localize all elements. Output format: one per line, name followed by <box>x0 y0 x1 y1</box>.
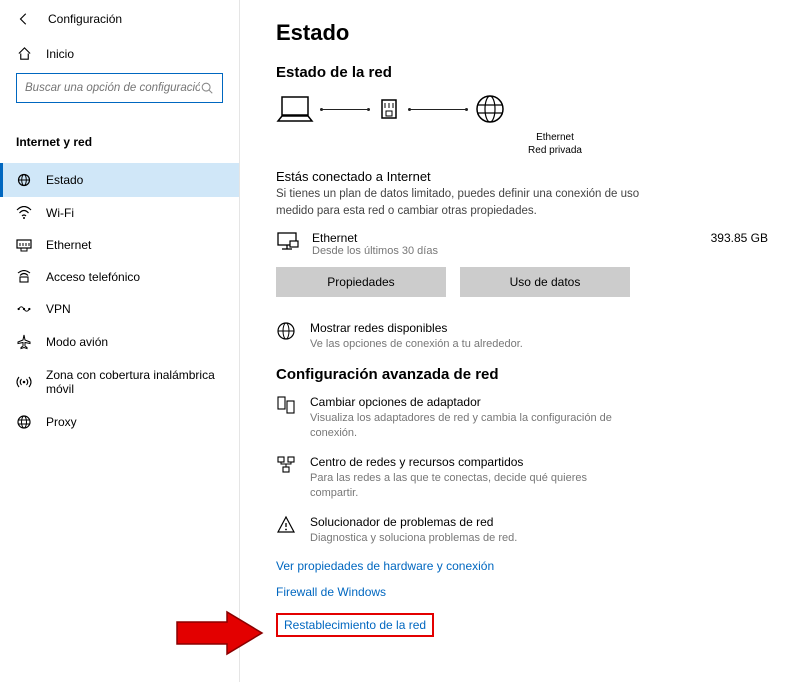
search-box[interactable] <box>16 73 223 103</box>
status-icon <box>16 172 32 188</box>
highlight-annotation: Restablecimiento de la red <box>276 613 434 637</box>
troubleshooter-title: Solucionador de problemas de red <box>310 515 517 529</box>
proxy-icon <box>16 414 32 430</box>
sidebar-item-label: Ethernet <box>46 238 91 252</box>
laptop-icon <box>276 94 314 124</box>
router-icon <box>376 94 402 124</box>
adapter-title: Cambiar opciones de adaptador <box>310 395 630 409</box>
hotspot-icon <box>16 375 32 389</box>
search-input[interactable] <box>25 82 200 94</box>
vpn-icon <box>16 303 32 315</box>
network-status-heading: Estado de la red <box>276 64 768 81</box>
home-button[interactable]: Inicio <box>16 40 223 73</box>
connected-title: Estás conectado a Internet <box>276 169 768 184</box>
home-label: Inicio <box>46 47 74 61</box>
troubleshooter-desc: Diagnostica y soluciona problemas de red… <box>310 531 517 546</box>
config-label: Configuración <box>48 12 122 26</box>
connection-scope: Red privada <box>342 144 768 157</box>
diagram-caption: Ethernet Red privada <box>342 131 768 157</box>
show-networks-title: Mostrar redes disponibles <box>310 321 523 335</box>
advanced-heading: Configuración avanzada de red <box>276 366 768 383</box>
page-title: Estado <box>276 20 768 46</box>
sidebar-item-status[interactable]: Estado <box>0 163 239 197</box>
sidebar-item-label: Modo avión <box>46 335 108 349</box>
category-title: Internet y red <box>0 135 239 163</box>
firewall-link[interactable]: Firewall de Windows <box>276 585 768 599</box>
settings-sidebar: Configuración Inicio Internet y red Esta… <box>0 0 240 682</box>
ethernet-icon <box>16 238 32 252</box>
sidebar-item-label: Zona con cobertura inalámbrica móvil <box>46 368 223 396</box>
network-diagram <box>276 93 768 125</box>
troubleshooter-row[interactable]: Solucionador de problemas de red Diagnos… <box>276 515 768 546</box>
adapter-desc: Visualiza los adaptadores de red y cambi… <box>310 411 630 441</box>
sidebar-item-label: Proxy <box>46 415 77 429</box>
sidebar-item-vpn[interactable]: VPN <box>0 293 239 325</box>
airplane-icon <box>16 334 32 350</box>
usage-period: Desde los últimos 30 días <box>312 245 699 257</box>
sidebar-item-label: Estado <box>46 173 83 187</box>
dialup-icon <box>16 270 32 284</box>
back-icon[interactable] <box>16 12 32 26</box>
sidebar-item-hotspot[interactable]: Zona con cobertura inalámbrica móvil <box>0 359 239 405</box>
sidebar-item-dialup[interactable]: Acceso telefónico <box>0 261 239 293</box>
sharing-icon <box>276 455 296 475</box>
properties-button[interactable]: Propiedades <box>276 267 446 297</box>
sidebar-item-label: Wi-Fi <box>46 206 74 220</box>
connected-desc: Si tienes un plan de datos limitado, pue… <box>276 186 656 219</box>
connection-line <box>322 109 368 110</box>
globe-icon <box>474 93 506 125</box>
sidebar-item-ethernet[interactable]: Ethernet <box>0 229 239 261</box>
data-usage-button[interactable]: Uso de datos <box>460 267 630 297</box>
hw-properties-link[interactable]: Ver propiedades de hardware y conexión <box>276 559 768 573</box>
main-content: Estado Estado de la red Ethernet Red pri… <box>240 0 804 682</box>
adapter-icon <box>276 395 296 415</box>
usage-value: 393.85 GB <box>711 231 768 245</box>
sharing-desc: Para las redes a las que te conectas, de… <box>310 471 630 501</box>
sidebar-item-label: VPN <box>46 302 71 316</box>
usage-name: Ethernet <box>312 231 699 245</box>
connection-line <box>410 109 466 110</box>
wifi-icon <box>16 206 32 220</box>
home-icon <box>16 46 32 61</box>
connection-type: Ethernet <box>342 131 768 144</box>
sidebar-item-label: Acceso telefónico <box>46 270 140 284</box>
sharing-center-row[interactable]: Centro de redes y recursos compartidos P… <box>276 455 768 501</box>
show-networks-row[interactable]: Mostrar redes disponibles Ve las opcione… <box>276 321 768 352</box>
show-networks-desc: Ve las opciones de conexión a tu alreded… <box>310 337 523 352</box>
sidebar-item-wifi[interactable]: Wi-Fi <box>0 197 239 229</box>
network-reset-link[interactable]: Restablecimiento de la red <box>284 618 426 632</box>
monitor-icon <box>276 231 300 253</box>
sharing-title: Centro de redes y recursos compartidos <box>310 455 630 469</box>
adapter-options-row[interactable]: Cambiar opciones de adaptador Visualiza … <box>276 395 768 441</box>
sidebar-item-airplane[interactable]: Modo avión <box>0 325 239 359</box>
warning-icon <box>276 515 296 535</box>
sidebar-item-proxy[interactable]: Proxy <box>0 405 239 439</box>
search-icon <box>200 81 214 95</box>
globe-small-icon <box>276 321 296 341</box>
usage-row: Ethernet Desde los últimos 30 días 393.8… <box>276 231 768 257</box>
